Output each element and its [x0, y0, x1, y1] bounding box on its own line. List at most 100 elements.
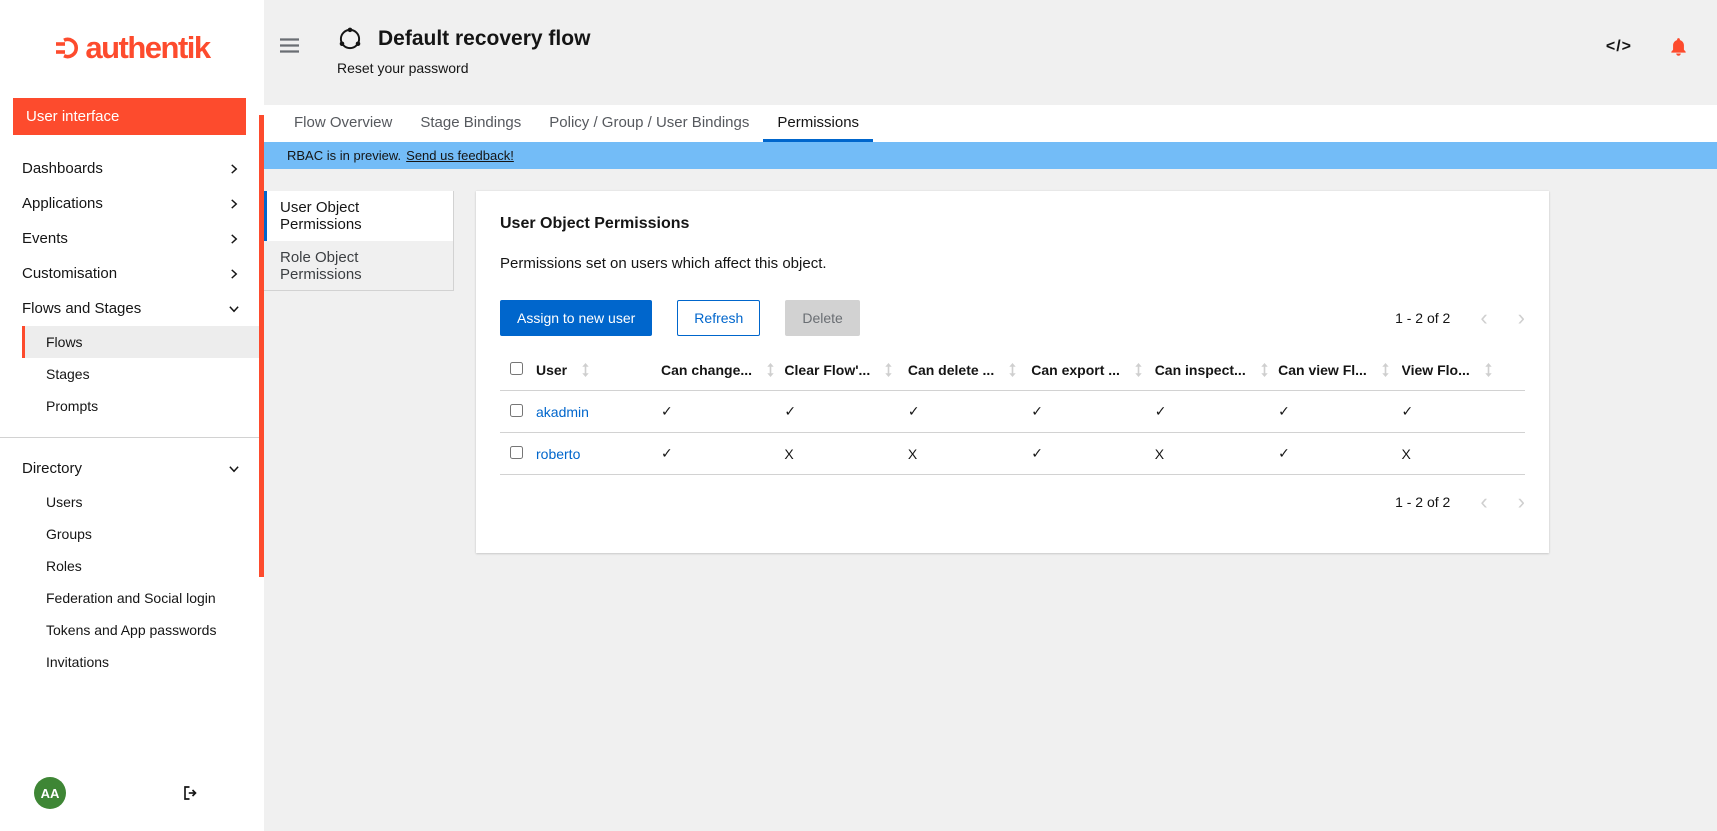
- pagination-prev-icon[interactable]: ‹: [1480, 307, 1487, 329]
- chevron-down-icon: [228, 303, 240, 315]
- sidebar-item-users[interactable]: Users: [22, 486, 264, 518]
- sidebar-item-tokens[interactable]: Tokens and App passwords: [22, 614, 264, 646]
- pagination-label: 1 - 2 of 2: [1395, 494, 1450, 510]
- sidebar-item-flows-and-stages[interactable]: Flows and Stages: [0, 291, 264, 326]
- pagination-bottom: 1 - 2 of 2 ‹ ›: [500, 491, 1525, 513]
- select-all-checkbox[interactable]: [510, 362, 523, 375]
- column-header-user[interactable]: User: [536, 362, 653, 378]
- sidebar-item-roles[interactable]: Roles: [22, 550, 264, 582]
- tab-stage-bindings[interactable]: Stage Bindings: [406, 105, 535, 142]
- sidebar-item-applications[interactable]: Applications: [0, 186, 264, 221]
- card-description: Permissions set on users which affect th…: [500, 255, 1525, 272]
- sidebar-divider: [0, 437, 264, 438]
- sidebar-item-groups[interactable]: Groups: [22, 518, 264, 550]
- feedback-link[interactable]: Send us feedback!: [406, 148, 514, 163]
- pagination-next-icon[interactable]: ›: [1518, 307, 1525, 329]
- sidebar-toggle-button[interactable]: [280, 38, 299, 53]
- user-link[interactable]: roberto: [536, 446, 580, 462]
- sidebar-nav: Dashboards Applications Events Customisa…: [0, 141, 264, 763]
- chevron-right-icon: [228, 163, 240, 175]
- flows-and-stages-sublist: Flows Stages Prompts: [22, 326, 264, 422]
- sort-icon: [581, 363, 590, 377]
- table-row: akadmin ✓ ✓ ✓ ✓ ✓ ✓ ✓: [500, 391, 1525, 433]
- sidebar-footer: AA: [0, 763, 264, 831]
- sidebar-item-label: Events: [22, 230, 68, 247]
- column-header-clear-flow[interactable]: Clear Flow'...: [784, 362, 899, 378]
- authentik-logo[interactable]: authentik: [0, 0, 264, 84]
- refresh-button[interactable]: Refresh: [677, 300, 760, 336]
- flow-icon: [337, 26, 363, 52]
- column-header-can-change[interactable]: Can change...: [661, 362, 776, 378]
- subtab-user-object-permissions[interactable]: User Object Permissions: [264, 191, 453, 241]
- permission-cell: ✓: [1155, 391, 1278, 433]
- rbac-preview-banner: RBAC is in preview. Send us feedback!: [264, 142, 1717, 169]
- column-header-can-view[interactable]: Can view Fl...: [1278, 362, 1393, 378]
- sidebar-item-label: Applications: [22, 195, 103, 212]
- pagination-label: 1 - 2 of 2: [1395, 310, 1450, 326]
- api-code-icon[interactable]: </>: [1606, 38, 1632, 56]
- sort-icon: [884, 363, 893, 377]
- app-root: authentik User interface Dashboards Appl…: [0, 0, 1717, 831]
- banner-text: RBAC is in preview.: [287, 148, 401, 163]
- sort-icon: [1260, 363, 1269, 377]
- tab-permissions[interactable]: Permissions: [763, 105, 873, 142]
- sort-icon: [766, 363, 775, 377]
- permissions-table: User Can change... Clear Flow'...: [500, 350, 1525, 475]
- permission-cell: ✓: [784, 391, 907, 433]
- delete-button[interactable]: Delete: [785, 300, 859, 336]
- column-header-can-delete[interactable]: Can delete ...: [908, 362, 1023, 378]
- sort-icon: [1008, 363, 1017, 377]
- row-checkbox[interactable]: [510, 404, 523, 417]
- sidebar-item-customisation[interactable]: Customisation: [0, 256, 264, 291]
- sidebar-item-prompts[interactable]: Prompts: [22, 390, 264, 422]
- page-header: Default recovery flow Reset your passwor…: [264, 0, 1717, 105]
- permission-cell: X: [1155, 433, 1278, 475]
- tab-flow-overview[interactable]: Flow Overview: [280, 105, 406, 142]
- permission-cell: ✓: [1278, 433, 1401, 475]
- sidebar-scrollbar[interactable]: [259, 115, 264, 577]
- flow-tabs: Flow Overview Stage Bindings Policy / Gr…: [264, 105, 1717, 142]
- sidebar-item-directory[interactable]: Directory: [0, 451, 264, 486]
- assign-to-new-user-button[interactable]: Assign to new user: [500, 300, 652, 336]
- user-interface-button[interactable]: User interface: [13, 98, 246, 135]
- column-header-can-inspect[interactable]: Can inspect...: [1155, 362, 1270, 378]
- pagination-next-icon[interactable]: ›: [1518, 491, 1525, 513]
- sidebar-item-dashboards[interactable]: Dashboards: [0, 151, 264, 186]
- sort-icon: [1484, 363, 1493, 377]
- sidebar-item-stages[interactable]: Stages: [22, 358, 264, 390]
- chevron-right-icon: [228, 198, 240, 210]
- page-subtitle: Reset your password: [337, 60, 590, 76]
- column-header-view-flow[interactable]: View Flo...: [1402, 362, 1517, 378]
- row-checkbox[interactable]: [510, 446, 523, 459]
- sidebar-item-events[interactable]: Events: [0, 221, 264, 256]
- permissions-content: User Object Permissions Role Object Perm…: [264, 169, 1717, 831]
- logout-icon[interactable]: [181, 784, 201, 802]
- table-header-row: User Can change... Clear Flow'...: [500, 350, 1525, 391]
- table-row: roberto ✓ X X ✓ X ✓ X: [500, 433, 1525, 475]
- tab-policy-group-user-bindings[interactable]: Policy / Group / User Bindings: [535, 105, 763, 142]
- avatar[interactable]: AA: [34, 777, 66, 809]
- chevron-right-icon: [228, 233, 240, 245]
- sidebar-item-federation[interactable]: Federation and Social login: [22, 582, 264, 614]
- page-title: Default recovery flow: [378, 27, 590, 51]
- sidebar-item-label: Customisation: [22, 265, 117, 282]
- user-object-permissions-card: User Object Permissions Permissions set …: [476, 191, 1549, 553]
- sidebar-item-invitations[interactable]: Invitations: [22, 646, 264, 678]
- subtab-role-object-permissions[interactable]: Role Object Permissions: [264, 241, 453, 291]
- permission-cell: X: [1402, 433, 1525, 475]
- notification-bell-icon[interactable]: [1668, 36, 1689, 58]
- permission-cell: ✓: [661, 391, 784, 433]
- sidebar-item-label: Directory: [22, 460, 82, 477]
- pagination-prev-icon[interactable]: ‹: [1480, 491, 1487, 513]
- sidebar-item-flows[interactable]: Flows: [22, 326, 264, 358]
- column-header-can-export[interactable]: Can export ...: [1031, 362, 1146, 378]
- main-area: Default recovery flow Reset your passwor…: [264, 0, 1717, 831]
- authentik-logo-mark-icon: [54, 37, 80, 59]
- chevron-right-icon: [228, 268, 240, 280]
- card-title: User Object Permissions: [500, 215, 1525, 233]
- chevron-down-icon: [228, 463, 240, 475]
- table-toolbar: Assign to new user Refresh Delete 1 - 2 …: [500, 300, 1525, 336]
- permission-cell: ✓: [661, 433, 784, 475]
- user-link[interactable]: akadmin: [536, 404, 589, 420]
- sort-icon: [1134, 363, 1143, 377]
